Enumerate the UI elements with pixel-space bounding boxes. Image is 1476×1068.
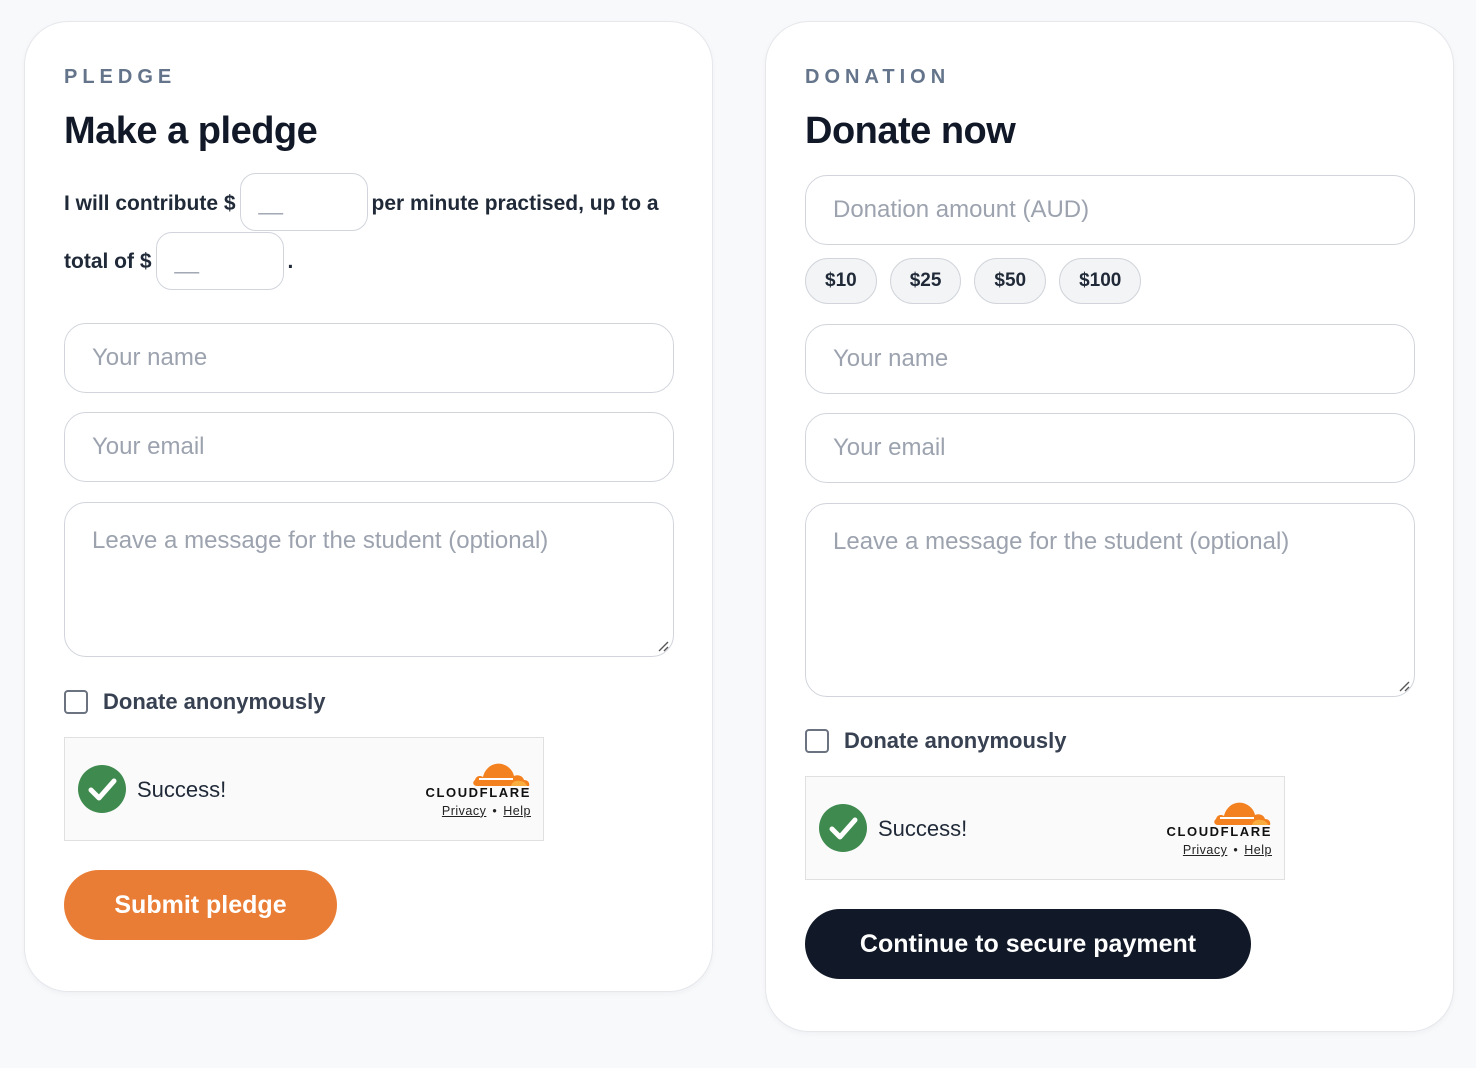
name-input[interactable]: Your name	[805, 324, 1415, 394]
cloudflare-brand: CLOUDFLARE	[1166, 824, 1272, 839]
captcha-status: Success!	[137, 776, 227, 802]
success-check-icon	[819, 804, 867, 852]
anonymous-label: Donate anonymously	[103, 688, 326, 714]
cloudflare-logo-icon	[1214, 802, 1271, 825]
sentence-end: .	[287, 250, 294, 274]
privacy-link[interactable]: Privacy	[442, 804, 486, 818]
email-placeholder: Your email	[833, 434, 946, 461]
anonymous-label: Donate anonymously	[844, 728, 1067, 753]
help-link[interactable]: Help	[503, 804, 531, 818]
captcha-widget: Success! CLOUDFLARE Privacy • Help	[64, 736, 544, 841]
sentence-part1: I will contribute $	[64, 192, 236, 215]
cloudflare-logo-icon	[473, 763, 530, 786]
anonymous-row[interactable]: Donate anonymously	[64, 687, 673, 717]
rate-input[interactable]: __	[239, 173, 368, 232]
pledge-title: Make a pledge	[64, 110, 318, 152]
amount-chip-25[interactable]: $25	[889, 258, 962, 304]
amount-chip-10[interactable]: $10	[805, 258, 877, 304]
resize-grip-icon[interactable]	[657, 640, 669, 652]
donation-card: DONATION Donate now Donation amount (AUD…	[765, 21, 1454, 1032]
name-input[interactable]: Your name	[64, 322, 674, 393]
captcha-widget: Success! CLOUDFLARE Privacy • Help	[805, 776, 1285, 880]
anonymous-row[interactable]: Donate anonymously	[805, 726, 1414, 756]
captcha-links: Privacy • Help	[441, 803, 531, 818]
submit-pledge-button[interactable]: Submit pledge	[64, 869, 337, 940]
captcha-status: Success!	[878, 816, 968, 841]
captcha-links: Privacy • Help	[1182, 843, 1272, 857]
success-check-icon	[78, 764, 126, 813]
donation-title: Donate now	[805, 110, 1016, 152]
email-placeholder: Your email	[92, 432, 205, 460]
cloudflare-brand: CLOUDFLARE	[425, 784, 531, 800]
email-input[interactable]: Your email	[64, 411, 674, 482]
email-input[interactable]: Your email	[805, 413, 1415, 483]
anonymous-checkbox[interactable]	[805, 729, 829, 753]
continue-payment-button[interactable]: Continue to secure payment	[805, 909, 1251, 979]
donation-eyebrow: DONATION	[805, 66, 951, 88]
preset-amounts: $10 $25 $50 $100	[805, 258, 1414, 304]
amount-placeholder: Donation amount (AUD)	[833, 196, 1090, 223]
message-textarea[interactable]: Leave a message for the student (optiona…	[64, 501, 674, 657]
message-placeholder: Leave a message for the student (optiona…	[833, 528, 1290, 555]
resize-grip-icon[interactable]	[1398, 680, 1410, 692]
name-placeholder: Your name	[92, 343, 208, 371]
amount-chip-50[interactable]: $50	[974, 258, 1047, 304]
anonymous-checkbox[interactable]	[64, 689, 88, 714]
message-textarea[interactable]: Leave a message for the student (optiona…	[805, 503, 1415, 697]
total-input[interactable]: __	[155, 231, 284, 290]
pledge-sentence: I will contribute $ __ per minute practise…	[64, 173, 674, 292]
help-link[interactable]: Help	[1244, 843, 1272, 857]
amount-chip-100[interactable]: $100	[1059, 258, 1142, 304]
donation-amount-input[interactable]: Donation amount (AUD)	[805, 175, 1415, 245]
name-placeholder: Your name	[833, 345, 949, 372]
privacy-link[interactable]: Privacy	[1183, 843, 1227, 857]
message-placeholder: Leave a message for the student (optiona…	[92, 526, 549, 554]
pledge-eyebrow: PLEDGE	[64, 66, 177, 88]
pledge-card: PLEDGE Make a pledge I will contribute $…	[24, 21, 713, 992]
